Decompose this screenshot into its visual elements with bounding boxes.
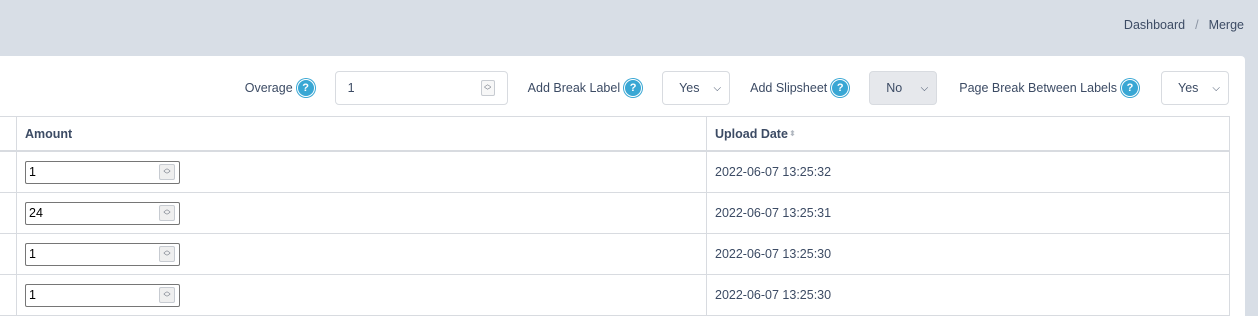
breadcrumb-merge: Merge bbox=[1208, 18, 1244, 32]
chevron-down-icon[interactable]: ﹀ bbox=[164, 213, 171, 220]
row-select-cell bbox=[0, 152, 17, 192]
chevron-up-icon[interactable]: ︿ bbox=[164, 247, 171, 254]
add-break-label-select[interactable]: Yes ⌵ bbox=[662, 71, 731, 105]
header-amount[interactable]: Amount bbox=[17, 117, 707, 150]
chevron-down-icon[interactable]: ﹀ bbox=[164, 254, 171, 261]
chevron-up-icon[interactable]: ︿ bbox=[164, 206, 171, 213]
chevron-up-icon[interactable]: ︿ bbox=[164, 288, 171, 295]
main-card: Overage ? 1 ︿ ﹀ Add Break Label ? Yes ⌵ A… bbox=[0, 56, 1245, 316]
amount-input[interactable]: 1 ︿ ﹀ bbox=[25, 160, 180, 184]
overage-help-icon[interactable]: ? bbox=[296, 79, 315, 97]
page-break-select[interactable]: Yes ⌵ bbox=[1161, 71, 1229, 105]
sort-icon[interactable]: ⬍ bbox=[789, 129, 796, 138]
amount-cell: 1 ︿ ﹀ bbox=[17, 275, 707, 315]
row-select-cell bbox=[0, 193, 17, 233]
amount-cell: 24 ︿ ﹀ bbox=[17, 193, 707, 233]
row-select-cell bbox=[0, 234, 17, 274]
add-slipsheet-value: No bbox=[886, 81, 903, 95]
amount-stepper[interactable]: ︿ ﹀ bbox=[159, 246, 175, 262]
header-upload-date[interactable]: Upload Date ⬍ bbox=[707, 117, 1230, 150]
table-header: Amount Upload Date ⬍ bbox=[0, 117, 1230, 152]
chevron-down-icon[interactable]: ﹀ bbox=[164, 295, 171, 302]
amount-input[interactable]: 1 ︿ ﹀ bbox=[25, 242, 180, 266]
amount-stepper[interactable]: ︿ ﹀ bbox=[159, 164, 175, 180]
upload-date-cell: 2022-06-07 13:25:30 bbox=[707, 275, 1230, 315]
add-slipsheet-label: Add Slipsheet bbox=[750, 81, 828, 95]
chevron-down-icon: ⌵ bbox=[1212, 82, 1220, 94]
add-slipsheet-select[interactable]: No ⌵ bbox=[869, 71, 938, 105]
row-select-cell bbox=[0, 275, 17, 315]
upload-date-label: Upload Date bbox=[715, 126, 788, 141]
overage-stepper[interactable]: ︿ ﹀ bbox=[480, 80, 495, 96]
amount-input[interactable]: 1 ︿ ﹀ bbox=[25, 283, 180, 307]
table-row: 1 ︿ ﹀ 2022-06-07 13:25:30 bbox=[0, 234, 1230, 275]
breadcrumb-separator: / bbox=[1195, 18, 1199, 32]
page-break-help-icon[interactable]: ? bbox=[1121, 79, 1139, 97]
page-break-value: Yes bbox=[1178, 81, 1199, 95]
header-cell-select bbox=[0, 117, 17, 150]
table-row: 1 ︿ ﹀ 2022-06-07 13:25:32 bbox=[0, 152, 1230, 193]
uploads-table: Amount Upload Date ⬍ 1 ︿ ﹀ 2022-06-07 13:… bbox=[0, 116, 1230, 316]
overage-value: 1 bbox=[347, 81, 355, 95]
chevron-down-icon[interactable]: ﹀ bbox=[164, 172, 171, 179]
chevron-down-icon: ⌵ bbox=[920, 82, 929, 94]
amount-stepper[interactable]: ︿ ﹀ bbox=[159, 205, 175, 221]
amount-cell: 1 ︿ ﹀ bbox=[17, 234, 707, 274]
table-row: 1 ︿ ﹀ 2022-06-07 13:25:30 bbox=[0, 275, 1230, 316]
amount-value: 1 bbox=[29, 165, 36, 179]
amount-input[interactable]: 24 ︿ ﹀ bbox=[25, 201, 180, 225]
upload-date-cell: 2022-06-07 13:25:30 bbox=[707, 234, 1230, 274]
merge-options-toolbar: Overage ? 1 ︿ ﹀ Add Break Label ? Yes ⌵ A… bbox=[245, 71, 1229, 105]
overage-input[interactable]: 1 ︿ ﹀ bbox=[334, 71, 508, 105]
add-break-label-value: Yes bbox=[679, 81, 700, 95]
overage-label: Overage bbox=[244, 81, 293, 95]
amount-value: 24 bbox=[29, 206, 43, 220]
breadcrumb-dashboard[interactable]: Dashboard bbox=[1124, 18, 1185, 32]
amount-value: 1 bbox=[29, 288, 36, 302]
chevron-up-icon[interactable]: ︿ bbox=[484, 81, 491, 88]
page-break-label: Page Break Between Labels bbox=[959, 81, 1117, 95]
add-break-label-help-icon[interactable]: ? bbox=[624, 79, 643, 97]
amount-value: 1 bbox=[29, 247, 36, 261]
add-slipsheet-help-icon[interactable]: ? bbox=[831, 79, 850, 97]
amount-cell: 1 ︿ ﹀ bbox=[17, 152, 707, 192]
chevron-down-icon: ⌵ bbox=[713, 82, 722, 94]
chevron-up-icon[interactable]: ︿ bbox=[164, 165, 171, 172]
amount-stepper[interactable]: ︿ ﹀ bbox=[159, 287, 175, 303]
upload-date-cell: 2022-06-07 13:25:32 bbox=[707, 152, 1230, 192]
upload-date-cell: 2022-06-07 13:25:31 bbox=[707, 193, 1230, 233]
breadcrumb: Dashboard / Merge bbox=[1124, 18, 1244, 32]
add-break-label-label: Add Break Label bbox=[527, 81, 621, 95]
chevron-down-icon[interactable]: ﹀ bbox=[484, 88, 491, 95]
table-row: 24 ︿ ﹀ 2022-06-07 13:25:31 bbox=[0, 193, 1230, 234]
